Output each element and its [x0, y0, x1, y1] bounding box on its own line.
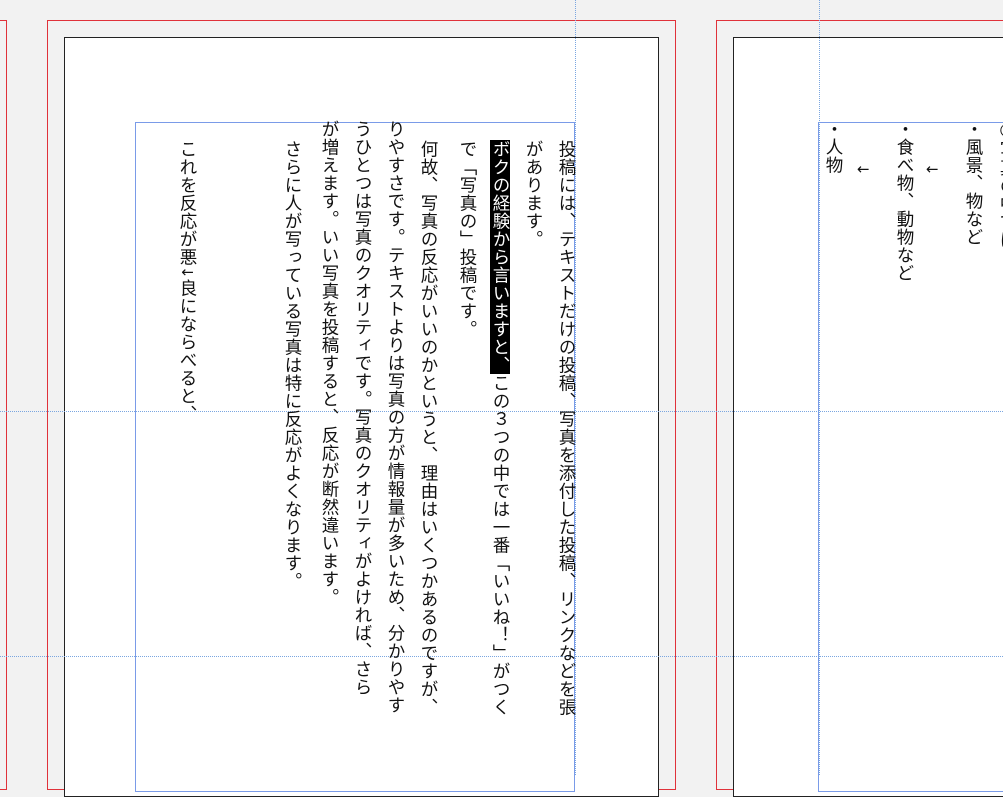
text-line-10: これを反応が悪↓良にならべると、	[170, 140, 203, 423]
text-line-1: 投稿には、テキストだけの投稿、写真を添付した投稿、リンクなどを張	[556, 140, 576, 716]
text-line-9: さらに人が写っている写真は特に反応がよくなります。	[282, 140, 302, 590]
right-text-line-2: ・風景、物など	[963, 120, 983, 246]
right-text-line-4: ・人物	[823, 120, 843, 174]
arrow-left-icon-1: ←	[926, 160, 939, 178]
text-line-10-b: 良にならべると、	[177, 279, 197, 424]
text-line-6: りやすさです。テキストよりは写真の方が情報量が多いため、分かりやす	[385, 120, 405, 714]
text-line-3: ボクの経験から言いますと、この３つの中では一番「いいね！」がつく	[483, 140, 516, 716]
text-line-4: で「写真の」投稿です。	[457, 140, 477, 338]
text-line-3-rest: この３つの中では一番「いいね！」がつく	[490, 374, 510, 716]
right-text-line-1: ○写真の中では	[997, 120, 1003, 249]
selected-text-highlight[interactable]: ボクの経験から言いますと、	[490, 140, 510, 374]
text-line-10-a: これを反応が悪	[177, 140, 197, 266]
guide-vertical-2[interactable]	[819, 0, 820, 775]
right-text-line-3: ・食べ物、動物など	[894, 120, 914, 282]
text-line-5: 何故、写真の反応がいいのかというと、理由はいくつかあるのですが、	[418, 140, 438, 716]
text-line-2: があります。	[523, 140, 543, 248]
left-prev-bleed	[0, 20, 7, 790]
text-line-7: うひとつは写真のクオリティです。写真のクオリティがよければ、さら	[352, 120, 372, 696]
text-line-8: が増えます。いい写真を投稿すると、反応が断然違います。	[319, 120, 339, 606]
arrow-left-icon-2: ←	[857, 160, 870, 178]
arrow-down-icon: ↓	[178, 266, 196, 280]
